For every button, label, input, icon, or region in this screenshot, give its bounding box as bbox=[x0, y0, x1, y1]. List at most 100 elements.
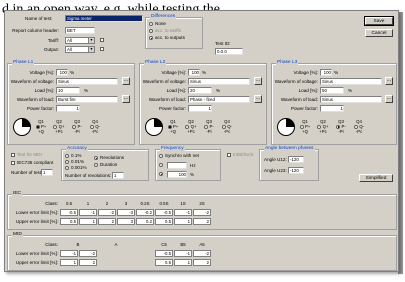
load-input[interactable]: 10 bbox=[56, 87, 80, 94]
voltage-input[interactable]: 100 bbox=[188, 69, 200, 76]
test-mdi-checkbox[interactable] bbox=[11, 153, 15, 157]
quadrant-q3[interactable]: Q3 P- -Pi bbox=[334, 119, 348, 135]
waveform-voltage-input[interactable]: Sinus bbox=[56, 78, 118, 85]
diff-tariffs-radio[interactable] bbox=[149, 29, 153, 33]
quadrant-q1[interactable]: Q1 P+ +Q bbox=[34, 119, 48, 135]
accuracy-01-radio[interactable] bbox=[65, 154, 69, 158]
mid-lower-7[interactable]: -2 bbox=[193, 250, 211, 257]
iec-class-0: 0.5 bbox=[65, 201, 73, 206]
output-checkbox[interactable] bbox=[100, 47, 104, 51]
iec736-checkbox[interactable] bbox=[11, 161, 15, 165]
waveform-voltage-browse-button[interactable]: ... bbox=[254, 77, 262, 85]
iec-lower-0[interactable]: -0.5 bbox=[60, 209, 78, 216]
phase-l3-title: Phase L3 bbox=[276, 60, 299, 66]
waveform-voltage-input[interactable]: Sinus bbox=[188, 78, 250, 85]
power-factor-input[interactable]: 1 bbox=[56, 105, 80, 112]
waveform-load-input[interactable]: Phase - fired bbox=[188, 96, 250, 103]
output-select[interactable]: All ▼ bbox=[65, 46, 95, 53]
waveform-load-input[interactable]: Sinus bbox=[320, 96, 382, 103]
iec-class-7: 2S bbox=[199, 201, 205, 206]
cancel-button[interactable]: Cancel bbox=[365, 29, 393, 37]
waveform-load-browse-button[interactable]: ... bbox=[254, 95, 262, 103]
iec-upper-1[interactable]: 1 bbox=[79, 218, 97, 225]
quadrant-q1[interactable]: Q1 P+ +Q bbox=[298, 119, 312, 135]
iec-lower-7[interactable]: -2 bbox=[193, 209, 211, 216]
waveform-load-browse-button[interactable]: ... bbox=[122, 95, 130, 103]
iec-lower-3[interactable]: -3 bbox=[117, 209, 135, 216]
quadrant-q3[interactable]: Q3 P- -Pi bbox=[70, 119, 84, 135]
waveform-load-browse-button[interactable]: ... bbox=[385, 95, 393, 103]
power-factor-input[interactable]: 1 bbox=[188, 105, 212, 112]
quadrant-q2[interactable]: Q2 Q+ +Pc bbox=[52, 119, 66, 135]
mid-lower-1[interactable]: -2 bbox=[79, 250, 97, 257]
iec-upper-0[interactable]: 0.5 bbox=[60, 218, 78, 225]
iec-upper-7[interactable]: 2 bbox=[193, 218, 211, 225]
power-factor-input[interactable]: 1 bbox=[320, 105, 344, 112]
phase-diagram-icon bbox=[277, 118, 295, 136]
waveform-load-input[interactable]: Burst fire bbox=[56, 96, 118, 103]
duration-radio[interactable] bbox=[94, 163, 98, 167]
load-input[interactable]: 50 bbox=[320, 87, 344, 94]
mid-lower-6[interactable]: -1 bbox=[174, 250, 192, 257]
iec-lower-1[interactable]: -1 bbox=[79, 209, 97, 216]
angle-u23-input[interactable]: -120 bbox=[288, 167, 304, 174]
quadrant-q4[interactable]: Q4 Q- -Pc bbox=[220, 119, 234, 135]
load-input[interactable]: 20 bbox=[188, 87, 212, 94]
test-id-input[interactable]: 0.0.0 bbox=[215, 48, 243, 55]
quadrant-q2[interactable]: Q2 Q+ +Pc bbox=[316, 119, 330, 135]
report-header-input[interactable]: BET bbox=[65, 27, 95, 34]
mid-upper-7[interactable]: 2 bbox=[193, 259, 211, 266]
iec-upper-3[interactable]: 3 bbox=[117, 218, 135, 225]
num-tests-input[interactable]: 1 bbox=[41, 169, 53, 176]
waveform-voltage-browse-button[interactable]: ... bbox=[122, 77, 130, 85]
revolutions-radio[interactable] bbox=[94, 156, 98, 160]
mid-lower-5[interactable]: -0.5 bbox=[155, 250, 173, 257]
iec-lower-4[interactable]: -0.2 bbox=[136, 209, 154, 216]
freq-hz-radio[interactable] bbox=[159, 163, 163, 167]
mid-upper-label: Upper error limit [%]: bbox=[15, 260, 58, 265]
mid-upper-0[interactable]: 1 bbox=[60, 259, 78, 266]
quadrant-q4[interactable]: Q4 Q- -Pc bbox=[352, 119, 366, 135]
ipv-checkbox[interactable] bbox=[227, 153, 231, 157]
angle-u12-input[interactable]: -120 bbox=[288, 156, 304, 163]
power-factor-label: Power factor: bbox=[290, 106, 318, 111]
iec-upper-5[interactable]: 0.5 bbox=[155, 218, 173, 225]
load-label: Load [%]: bbox=[166, 88, 186, 93]
simplified-button[interactable]: Simplified bbox=[359, 174, 393, 182]
iec-lower-5[interactable]: -0.5 bbox=[155, 209, 173, 216]
tariff-checkbox[interactable] bbox=[100, 38, 104, 42]
accuracy-001-radio[interactable] bbox=[65, 160, 69, 164]
diff-outputs-radio[interactable] bbox=[149, 36, 153, 40]
num-revolutions-input[interactable]: 1 bbox=[112, 172, 124, 179]
freq-hz-input[interactable] bbox=[167, 162, 187, 169]
freq-pct-input[interactable]: 100 bbox=[167, 171, 187, 178]
quadrant-q3[interactable]: Q3 P- -Pi bbox=[202, 119, 216, 135]
quadrant-q1[interactable]: Q1 P+ +Q bbox=[166, 119, 180, 135]
freq-pct-radio[interactable] bbox=[159, 172, 163, 176]
tariff-select[interactable]: All ▼ bbox=[65, 37, 95, 44]
iec-lower-2[interactable]: -2 bbox=[98, 209, 116, 216]
mid-upper-5[interactable]: 0.5 bbox=[155, 259, 173, 266]
freq-sync-radio[interactable] bbox=[159, 154, 163, 158]
accuracy-0001-radio[interactable] bbox=[65, 166, 69, 170]
name-of-test-input[interactable]: Sigma meter bbox=[65, 15, 143, 22]
iec-upper-6[interactable]: 1 bbox=[174, 218, 192, 225]
quadrant-q4[interactable]: Q4 Q- -Pc bbox=[88, 119, 102, 135]
mid-class-0: B bbox=[76, 242, 80, 247]
iec-upper-2[interactable]: 2 bbox=[98, 218, 116, 225]
mid-class-6: B5 bbox=[180, 242, 186, 247]
quadrant-q2[interactable]: Q2 Q+ +Pc bbox=[184, 119, 198, 135]
diff-none-radio[interactable] bbox=[149, 22, 153, 26]
mid-upper-6[interactable]: 1 bbox=[174, 259, 192, 266]
save-button[interactable]: Save bbox=[364, 16, 394, 26]
phase-l3-group: Phase L3 Voltage [%]: 100 % Waveform of … bbox=[271, 60, 397, 145]
voltage-input[interactable]: 100 bbox=[56, 69, 68, 76]
mid-lower-0[interactable]: -1 bbox=[60, 250, 78, 257]
mid-upper-1[interactable]: 2 bbox=[79, 259, 97, 266]
waveform-voltage-browse-button[interactable]: ... bbox=[385, 77, 393, 85]
waveform-voltage-input[interactable]: Sinus bbox=[320, 78, 382, 85]
iec-upper-4[interactable]: 0.2 bbox=[136, 218, 154, 225]
iec-lower-6[interactable]: -1 bbox=[174, 209, 192, 216]
iec-class-1: 1 bbox=[86, 201, 90, 206]
voltage-input[interactable]: 100 bbox=[320, 69, 332, 76]
